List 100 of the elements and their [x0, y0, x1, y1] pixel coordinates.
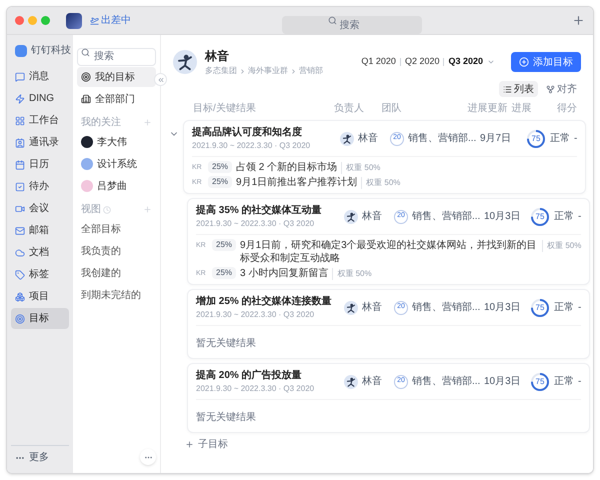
- nav-icon: [15, 248, 25, 258]
- nav-item[interactable]: 会议: [11, 198, 69, 219]
- plus-circle-icon: [519, 57, 529, 67]
- kr-text: 9月1日前推出客户推荐计划: [236, 176, 358, 189]
- view-item[interactable]: 到期未完结的: [77, 285, 156, 305]
- panel-search-field[interactable]: 搜索: [77, 48, 156, 66]
- score-text: -: [578, 210, 582, 224]
- update-date: 9月7日: [480, 132, 512, 146]
- nav-item[interactable]: 通讯录: [11, 132, 69, 153]
- nav-icon: [15, 226, 25, 236]
- column-header: 进展: [511, 102, 532, 116]
- add-icon[interactable]: [143, 205, 152, 214]
- add-subgoal-button[interactable]: 子目标: [185, 437, 228, 452]
- quarter-tab[interactable]: Q1 2020: [361, 55, 396, 69]
- nav-icon: [15, 116, 25, 126]
- team-name: 销售、营销部...: [412, 210, 480, 224]
- org-name[interactable]: 钉钉科技: [31, 43, 71, 58]
- list-icon: [503, 84, 512, 94]
- column-header: 进展更新: [467, 102, 508, 116]
- avatar-icon: [173, 50, 197, 74]
- kr-text: 3 小时内回复新留言: [240, 267, 328, 280]
- avatar-icon: [344, 374, 358, 388]
- nav-item[interactable]: 邮箱: [11, 220, 69, 241]
- person-name[interactable]: 设计系统: [97, 156, 137, 172]
- nav-item[interactable]: 待办: [11, 176, 69, 197]
- double-chevron-icon: [156, 76, 164, 84]
- search-icon: [328, 16, 336, 25]
- view-item[interactable]: 我负责的: [77, 241, 156, 261]
- app-avatar[interactable]: [66, 12, 82, 28]
- team-name: 销售、营销部...: [412, 374, 480, 389]
- org-logo: [15, 44, 27, 56]
- nav-item[interactable]: 工作台: [11, 110, 69, 131]
- score-text: -: [578, 301, 582, 315]
- owner-name: 林音: [362, 210, 382, 224]
- view-toggle[interactable]: 对齐: [542, 81, 581, 97]
- nav-icon: [15, 314, 25, 324]
- progress-value: 75: [534, 302, 546, 314]
- avatar-icon: [340, 132, 354, 146]
- nav-icon: [15, 72, 25, 82]
- panel-item[interactable]: 我的目标: [77, 67, 156, 87]
- goal-title: 提高品牌认可度和知名度: [192, 125, 303, 140]
- nav-item[interactable]: 消息: [11, 66, 69, 87]
- nav-icon: [15, 204, 25, 214]
- progress-value: 75: [534, 376, 546, 388]
- score-text: -: [574, 132, 578, 146]
- team-name: 销售、营销部...: [408, 132, 476, 146]
- goal-dates: 2021.9.30 ~ 2022.3.30 · Q3 2020: [196, 309, 316, 321]
- add-icon[interactable]: [143, 118, 152, 127]
- search-field[interactable]: 搜索: [282, 16, 422, 34]
- nav-icon: [15, 94, 25, 104]
- more-options-button[interactable]: [140, 449, 156, 465]
- status-text: 出差中: [101, 14, 131, 28]
- kr-weight: 权重 50%: [361, 177, 400, 189]
- progress-value: 75: [530, 132, 542, 144]
- empty-kr-text: 暂无关键结果: [196, 338, 256, 349]
- nav-item[interactable]: 项目: [11, 286, 69, 307]
- nav-item[interactable]: DING: [11, 88, 69, 109]
- person-name[interactable]: 吕梦曲: [97, 178, 127, 194]
- quarter-tab[interactable]: Q3 2020: [448, 55, 483, 69]
- goal-dates: 2021.9.30 ~ 2022.3.30 · Q3 2020: [192, 140, 312, 152]
- nav-icon: [15, 292, 25, 302]
- nav-icon: [15, 270, 25, 280]
- nav-item[interactable]: 标签: [11, 264, 69, 285]
- kr-weight: 权重 50%: [542, 240, 582, 252]
- nav-item[interactable]: 文档: [11, 242, 69, 263]
- column-header: 目标/关键结果: [193, 102, 257, 116]
- column-header: 得分: [557, 102, 577, 116]
- goal-title: 增加 25% 的社交媒体连接数量: [196, 294, 333, 309]
- more-button[interactable]: 更多: [11, 445, 69, 465]
- person-name[interactable]: 李大伟: [97, 134, 127, 150]
- status-text: 正常: [550, 132, 570, 146]
- add-goal-button[interactable]: 添加目标: [511, 52, 581, 72]
- update-date: 10月3日: [484, 301, 522, 315]
- progress-value: 75: [534, 210, 546, 222]
- status-text: 正常: [554, 210, 574, 224]
- fork-icon: [546, 84, 555, 94]
- owner-name: 林音: [362, 300, 382, 315]
- panel-item[interactable]: 全部部门: [77, 89, 156, 109]
- column-header: 负责人: [334, 102, 366, 116]
- nav-icon: [15, 138, 25, 148]
- nav-item[interactable]: 日历: [11, 154, 69, 175]
- dropdown-caret-icon[interactable]: [487, 58, 495, 66]
- kr-percent: 25%: [208, 161, 232, 173]
- goal-dates: 2021.9.30 ~ 2022.3.30 · Q3 2020: [196, 218, 316, 230]
- breadcrumb-separator-icon: [290, 68, 297, 74]
- kr-percent: 25%: [212, 239, 236, 251]
- kr-weight: 权重 50%: [332, 268, 372, 280]
- section-title: 视图: [81, 202, 101, 217]
- nav-item[interactable]: 目标: [11, 308, 69, 329]
- update-date: 10月3日: [484, 375, 522, 389]
- quarter-tab[interactable]: Q2 2020: [404, 55, 440, 69]
- clock-icon: [103, 206, 111, 214]
- section-title: 我的关注: [81, 116, 121, 130]
- view-toggle[interactable]: 列表: [499, 81, 538, 97]
- view-item[interactable]: 我创建的: [77, 263, 156, 283]
- building-icon: [81, 94, 91, 104]
- empty-kr-text: 暂无关键结果: [196, 412, 256, 423]
- status-text: 正常: [554, 300, 574, 315]
- view-item[interactable]: 全部目标: [77, 219, 156, 239]
- new-icon[interactable]: [572, 14, 585, 27]
